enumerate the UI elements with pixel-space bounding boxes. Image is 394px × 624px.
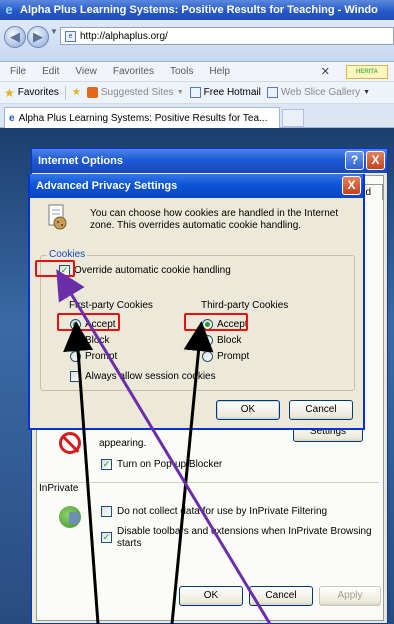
favorites-item-suggested-sites[interactable]: Suggested Sites ▼ [86,87,184,98]
menu-favorites[interactable]: Favorites [113,66,154,77]
close-icon: X [347,178,356,192]
first-party-header: First-party Cookies [69,300,153,311]
address-url: http://alphaplus.org/ [80,30,168,42]
hotmail-page-icon [189,87,201,98]
advanced-privacy-title: Advanced Privacy Settings [36,180,178,192]
turn-on-popup-label: Turn on Pop-up Blocker [117,459,223,470]
third-party-block-label: Block [217,335,242,346]
internet-options-ok-button[interactable]: OK [179,586,243,606]
intro-line-2: zone. This overrides automatic cookie ha… [90,220,302,231]
history-dropdown-icon[interactable]: ▼ [50,27,58,36]
web-slice-page-icon [266,87,278,98]
first-party-prompt-radio[interactable] [70,351,81,362]
new-tab-button[interactable] [282,109,304,127]
favorites-button[interactable]: Favorites [18,87,59,98]
menu-bar: File Edit View Favorites Tools Help ✕ HE… [0,62,394,82]
disable-toolbars-checkbox[interactable]: ✓ [101,532,112,543]
internet-options-close-button[interactable]: X [366,151,385,170]
no-collect-label: Do not collect data for use by InPrivate… [117,506,328,517]
third-party-block-radio[interactable] [202,335,213,346]
close-icon: X [371,153,380,167]
internet-options-title: Internet Options [38,155,123,167]
highlight-third-party-accept [184,313,248,331]
highlight-override-checkbox [35,260,75,277]
favorites-bar: ★ Favorites ★ Suggested Sites ▼ Free Hot… [0,82,394,104]
first-party-block-radio[interactable] [70,335,81,346]
favorites-item-free-hotmail[interactable]: Free Hotmail [189,87,261,98]
advanced-privacy-title-bar: Advanced Privacy Settings [30,174,363,198]
chevron-down-icon: ▼ [176,89,184,96]
first-party-prompt-label: Prompt [85,351,118,362]
disable-toolbars-label-line2: starts [117,538,142,549]
advanced-privacy-cancel-button[interactable]: Cancel [289,400,353,420]
internet-options-cancel-button[interactable]: Cancel [249,586,313,606]
menu-view[interactable]: View [75,66,97,77]
menu-edit[interactable]: Edit [42,66,59,77]
first-party-block-label: Block [85,335,110,346]
cancel-label: Cancel [305,404,337,415]
free-hotmail-label: Free Hotmail [203,87,261,98]
privacy-cookie-icon [48,204,67,230]
ok-label: OK [240,404,256,415]
intro-line-1: You can choose how cookies are handled i… [90,208,339,219]
favorites-add-icon[interactable]: ★ [72,87,81,98]
suggested-sites-icon [86,87,98,98]
help-icon: ? [350,153,359,167]
tab-bar: e Alpha Plus Learning Systems: Positive … [0,104,394,128]
popup-blocked-icon [59,432,81,454]
chevron-down-icon: ▼ [363,89,371,96]
suggested-sites-label: Suggested Sites [100,87,174,98]
close-menu-x-icon[interactable]: ✕ [321,65,330,78]
menu-tools[interactable]: Tools [170,66,193,77]
ie-logo-icon: e [5,2,13,17]
favorites-item-web-slice-gallery[interactable]: Web Slice Gallery ▼ [266,87,371,98]
help-button[interactable]: ? [345,151,364,170]
favorites-separator [64,85,66,100]
inprivate-group-label: InPrivate [39,483,79,494]
web-slice-gallery-label: Web Slice Gallery [280,87,361,98]
internet-options-apply-button[interactable]: Apply [319,586,381,606]
forward-button[interactable]: ▶ [27,26,49,48]
address-bar[interactable]: e http://alphaplus.org/ [60,27,394,45]
advanced-privacy-close-button[interactable]: X [342,176,361,195]
browser-title-bar: e Alpha Plus Learning Systems: Positive … [0,0,394,20]
apply-label: Apply [337,590,363,601]
inprivate-icon [59,506,81,528]
popup-description: appearing. [99,438,147,449]
third-party-prompt-radio[interactable] [202,351,213,362]
session-cookies-label: Always allow session cookies [85,371,216,382]
tab-title: Alpha Plus Learning Systems: Positive Re… [18,112,268,124]
third-party-prompt-label: Prompt [217,351,250,362]
internet-options-title-bar: Internet Options [32,149,387,173]
no-collect-checkbox[interactable] [101,506,112,517]
advanced-privacy-intro: You can choose how cookies are handled i… [90,208,360,232]
home-heritage-badge[interactable]: HERITA [346,64,388,79]
favorites-star-icon: ★ [4,85,15,100]
menu-help[interactable]: Help [209,66,230,77]
session-cookies-checkbox[interactable] [70,371,81,382]
highlight-first-party-accept [57,313,120,331]
ok-label: OK [203,590,219,601]
third-party-header: Third-party Cookies [201,300,289,311]
advanced-privacy-ok-button[interactable]: OK [216,400,280,420]
browser-window-title: Alpha Plus Learning Systems: Positive Re… [20,4,378,16]
advanced-privacy-dialog: Advanced Privacy Settings X You can choo… [28,174,365,430]
menu-file[interactable]: File [10,66,26,77]
disable-toolbars-label-line1: Disable toolbars and extensions when InP… [117,526,372,537]
back-arrow-icon: ◀ [10,29,20,44]
inprivate-divider [39,482,379,483]
page-icon: e [65,30,76,42]
ie-tab-icon: e [9,112,15,124]
back-button[interactable]: ◀ [4,26,26,48]
override-cookie-label: Override automatic cookie handling [74,265,231,276]
forward-arrow-icon: ▶ [33,29,43,44]
turn-on-popup-checkbox[interactable]: ✓ [101,459,112,470]
cancel-label: Cancel [265,590,297,601]
cookies-group-label: Cookies [47,249,88,260]
tab-alpha-plus[interactable]: e Alpha Plus Learning Systems: Positive … [4,107,280,128]
